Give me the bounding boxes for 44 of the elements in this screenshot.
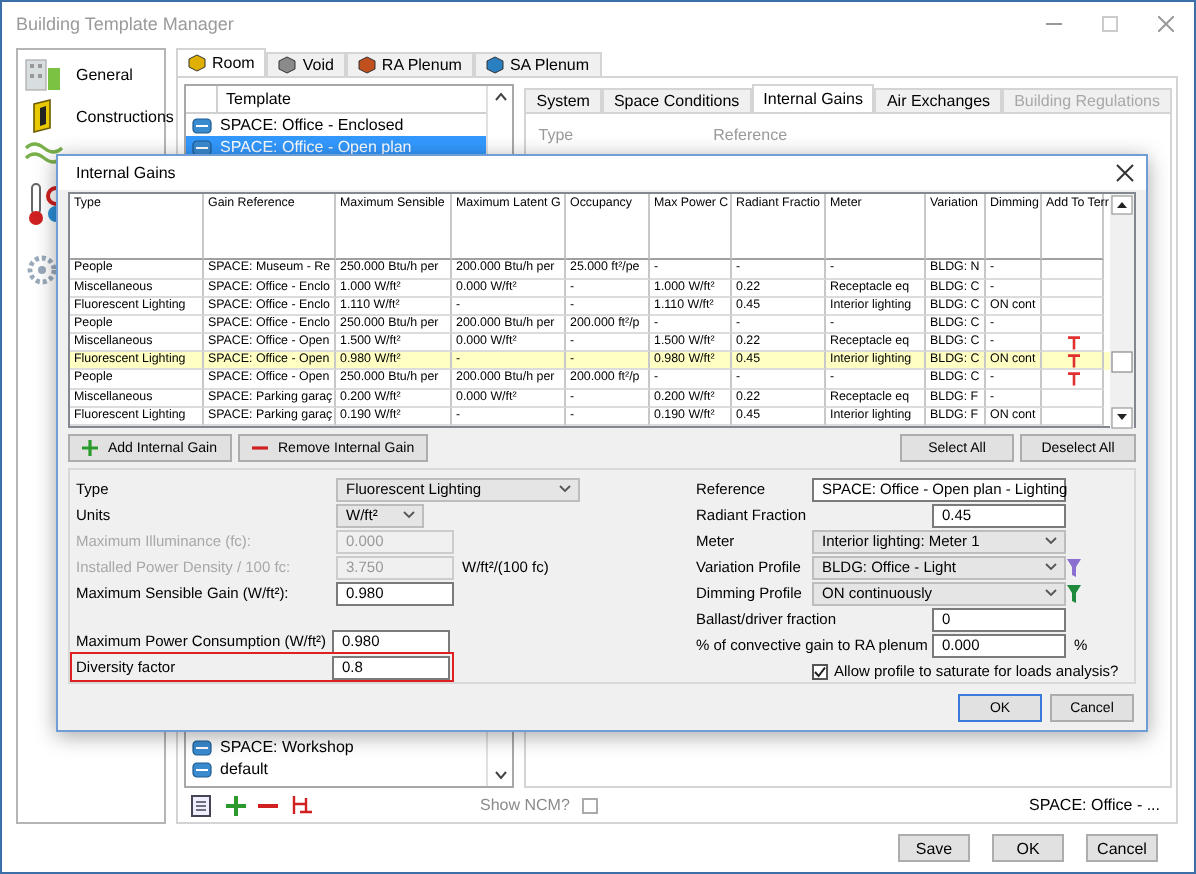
sidebar-item[interactable]: Constructions [76,107,174,125]
button[interactable]: OK [992,834,1064,862]
chevron-down-icon [1044,588,1058,598]
tab[interactable]: Void [266,52,346,76]
scrollbar[interactable] [1110,194,1134,430]
field-label: Reference [713,126,788,144]
scroll-up-icon[interactable] [493,92,508,102]
tab[interactable]: Room [176,48,267,76]
building-icon [24,56,64,92]
list-item[interactable]: default [186,758,487,780]
chevron-down-icon [1044,562,1058,572]
template-icon [192,761,212,777]
button[interactable]: Save [898,834,970,862]
tab[interactable]: Air Exchanges [874,88,1003,112]
button[interactable]: Cancel [1086,834,1158,862]
tab[interactable]: RA Plenum [345,52,474,76]
template-icon [192,117,212,133]
dialog-title: Internal Gains [76,164,178,182]
checkbox[interactable] [812,663,828,679]
chevron-down-icon [558,484,572,494]
checkbox-label: Show NCM? [480,796,570,814]
scroll-down-icon[interactable] [493,770,508,780]
document-icon[interactable] [190,793,214,817]
checkmark-icon [814,665,826,677]
sidebar-item[interactable]: General [76,65,133,83]
window-title: Building Template Manager [16,13,236,33]
checkbox[interactable] [581,797,598,813]
status-text: SPACE: Office - ... [1029,796,1160,814]
field-label: Type [538,126,574,144]
tab[interactable]: System [524,88,602,112]
tab[interactable]: SA Plenum [473,52,602,76]
chevron-down-icon [1044,536,1058,546]
wave-icon [24,138,64,170]
branch-icon[interactable] [290,794,312,816]
list-item[interactable]: SPACE: Office - Enclosed [186,114,487,136]
plus-icon [82,440,98,456]
list-item[interactable]: SPACE: Workshop [186,736,487,758]
tab[interactable]: Internal Gains [751,84,875,112]
plus-icon[interactable] [226,795,246,815]
minus-icon [252,440,268,456]
tab[interactable]: Space Conditions [601,88,752,112]
template-icon [192,739,212,755]
chevron-down-icon [402,510,416,520]
close-icon[interactable] [1116,164,1134,182]
